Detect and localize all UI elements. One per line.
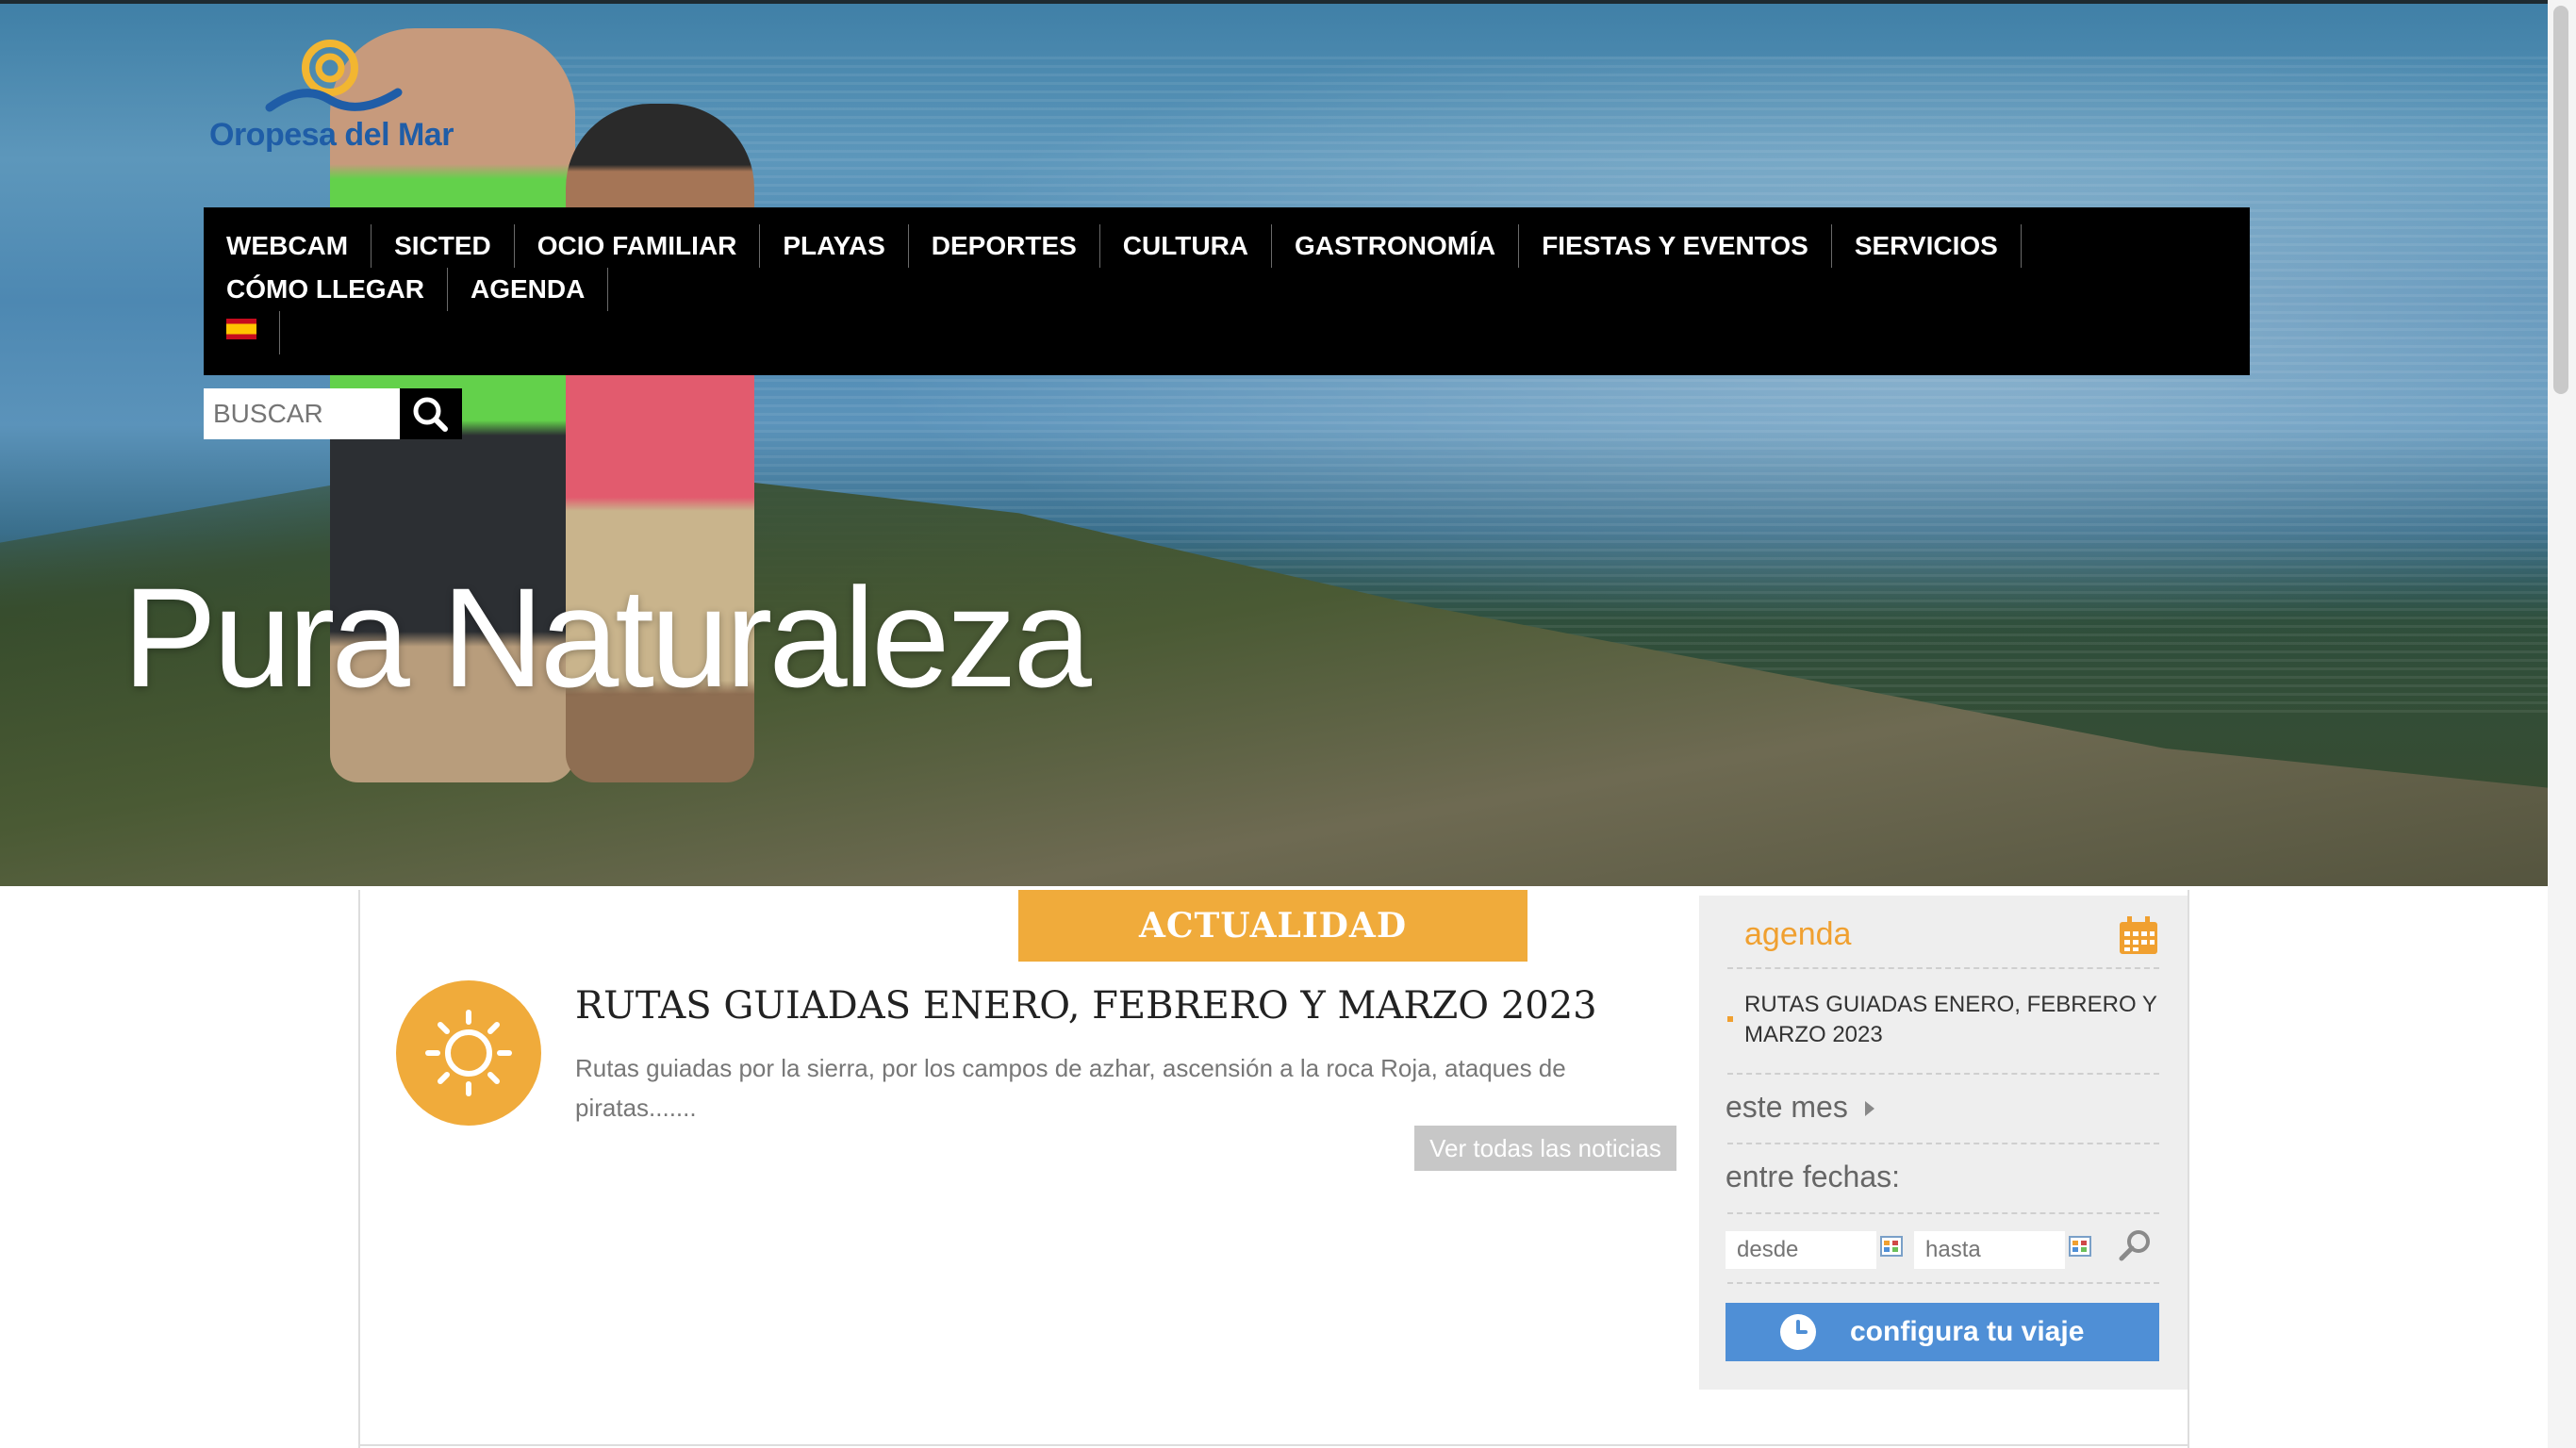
agenda-title: agenda bbox=[1744, 916, 1852, 952]
hero-title: Pura Naturaleza bbox=[123, 558, 1092, 716]
content-bottom-border bbox=[358, 1444, 2189, 1446]
nav-item-cultura[interactable]: CULTURA bbox=[1123, 224, 1273, 268]
logo-text: Oropesa del Mar bbox=[209, 117, 454, 153]
section-tab-actualidad[interactable]: ACTUALIDAD bbox=[1018, 890, 1527, 962]
news-icon-badge bbox=[396, 980, 541, 1126]
nav-item-gastronomia[interactable]: GASTRONOMÍA bbox=[1295, 224, 1520, 268]
page-scrollbar-thumb[interactable] bbox=[2553, 6, 2568, 394]
agenda-divider bbox=[1727, 967, 2159, 969]
site-logo[interactable]: Oropesa del Mar bbox=[209, 34, 454, 156]
logo-spiral-icon bbox=[265, 40, 403, 112]
caret-right-icon bbox=[1865, 1101, 1874, 1116]
agenda-between-dates-label: entre fechas: bbox=[1726, 1160, 1900, 1193]
search-icon bbox=[413, 397, 448, 432]
main-nav: WEBCAM SICTED OCIO FAMILIAR PLAYAS DEPOR… bbox=[204, 207, 2250, 375]
see-all-news-button[interactable]: Ver todas las noticias bbox=[1414, 1126, 1676, 1171]
search-button[interactable] bbox=[400, 388, 462, 439]
spain-flag-icon[interactable] bbox=[226, 319, 256, 339]
hero-top-line bbox=[0, 0, 2548, 4]
news-description: Rutas guiadas por la sierra, por los cam… bbox=[575, 1054, 1566, 1122]
configure-trip-button[interactable]: configura tu viaje bbox=[1726, 1303, 2159, 1361]
agenda-panel: agenda RUTAS GUIADAS ENERO, FEBRERO Y MA… bbox=[1699, 896, 2188, 1390]
nav-item-deportes[interactable]: DEPORTES bbox=[932, 224, 1100, 268]
news-title[interactable]: RUTAS GUIADAS ENERO, FEBRERO Y MARZO 202… bbox=[575, 984, 1597, 1028]
sun-icon bbox=[425, 1010, 512, 1096]
nav-item-fiestas-y-eventos[interactable]: FIESTAS Y EVENTOS bbox=[1542, 224, 1832, 268]
bullet-icon bbox=[1727, 1016, 1733, 1022]
agenda-divider bbox=[1727, 1282, 2159, 1284]
nav-item-servicios[interactable]: SERVICIOS bbox=[1855, 224, 2022, 268]
nav-item-como-llegar[interactable]: CÓMO LLEGAR bbox=[226, 268, 448, 311]
nav-item-webcam[interactable]: WEBCAM bbox=[226, 224, 372, 268]
clock-icon bbox=[1780, 1314, 1816, 1350]
date-from-input[interactable] bbox=[1726, 1231, 1876, 1269]
agenda-divider bbox=[1727, 1073, 2159, 1075]
date-from-calendar-icon[interactable] bbox=[1880, 1235, 1903, 1258]
agenda-divider bbox=[1727, 1143, 2159, 1144]
configure-trip-label: configura tu viaje bbox=[1850, 1316, 2085, 1347]
search-input[interactable] bbox=[204, 388, 400, 439]
nav-item-ocio-familiar[interactable]: OCIO FAMILIAR bbox=[537, 224, 761, 268]
nav-divider bbox=[279, 311, 280, 354]
nav-list: WEBCAM SICTED OCIO FAMILIAR PLAYAS DEPOR… bbox=[226, 224, 2244, 311]
nav-item-sicted[interactable]: SICTED bbox=[394, 224, 515, 268]
agenda-search-icon[interactable] bbox=[2116, 1227, 2154, 1265]
nav-item-agenda[interactable]: AGENDA bbox=[471, 268, 609, 311]
agenda-event-link[interactable]: RUTAS GUIADAS ENERO, FEBRERO Y MARZO 202… bbox=[1744, 990, 2161, 1050]
date-to-input[interactable] bbox=[1914, 1231, 2065, 1269]
date-to-calendar-icon[interactable] bbox=[2069, 1235, 2091, 1258]
calendar-icon bbox=[2120, 916, 2157, 954]
nav-item-playas[interactable]: PLAYAS bbox=[783, 224, 909, 268]
agenda-this-month-link[interactable]: este mes bbox=[1726, 1090, 1848, 1125]
agenda-divider bbox=[1727, 1212, 2159, 1214]
